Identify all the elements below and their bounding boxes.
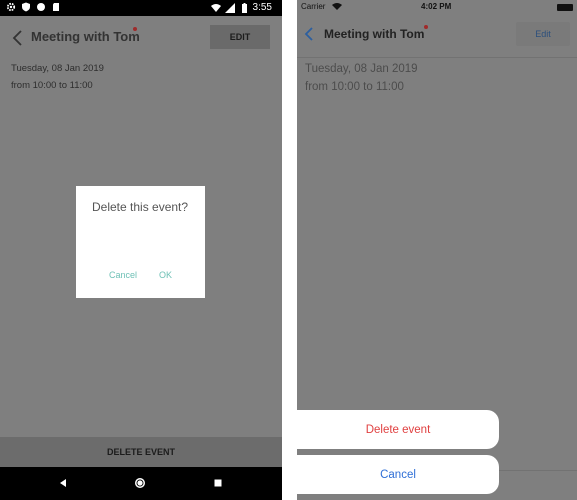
android-status-bar: 3:55 xyxy=(0,0,282,16)
circle-icon xyxy=(37,3,45,11)
screenshot-stage: 3:55 Meeting with Tom EDIT Tuesday, 08 J… xyxy=(0,0,577,500)
android-screen: 3:55 Meeting with Tom EDIT Tuesday, 08 J… xyxy=(0,0,282,500)
event-time-range: from 10:00 to 11:00 xyxy=(305,81,404,93)
ios-screen: Carrier 4:02 PM Meeting with Tom Edit Tu… xyxy=(297,0,577,500)
android-nav-bar xyxy=(0,467,282,500)
page-title: Meeting with Tom xyxy=(31,29,140,44)
action-sheet-cancel-button[interactable]: Cancel xyxy=(297,455,499,494)
ios-nav-bar: Meeting with Tom Edit xyxy=(297,14,577,58)
android-toolbar: Meeting with Tom EDIT xyxy=(0,16,282,60)
dialog-ok-button[interactable]: OK xyxy=(159,270,172,280)
event-time-range: from 10:00 to 11:00 xyxy=(11,80,93,91)
shield-icon xyxy=(22,2,30,12)
dialog-cancel-button[interactable]: Cancel xyxy=(109,270,137,280)
wifi-icon xyxy=(332,3,342,10)
delete-event-button[interactable]: DELETE EVENT xyxy=(0,437,282,467)
edit-button[interactable]: EDIT xyxy=(210,25,270,49)
back-triangle-icon[interactable] xyxy=(55,475,71,491)
battery-icon xyxy=(241,3,247,13)
delete-confirm-dialog: Delete this event? Cancel OK xyxy=(76,186,205,298)
edit-button[interactable]: Edit xyxy=(516,22,570,46)
android-status-time: 3:55 xyxy=(252,2,272,13)
unsaved-indicator-dot xyxy=(424,25,428,29)
event-date: Tuesday, 08 Jan 2019 xyxy=(11,63,104,74)
battery-icon xyxy=(557,4,573,11)
ios-status-time: 4:02 PM xyxy=(421,2,452,11)
settings-icon xyxy=(6,2,16,12)
action-sheet-delete-button[interactable]: Delete event xyxy=(297,410,499,449)
event-date: Tuesday, 08 Jan 2019 xyxy=(305,63,418,75)
carrier-label: Carrier xyxy=(301,2,326,11)
sd-card-icon xyxy=(53,3,59,11)
home-circle-icon[interactable] xyxy=(132,475,148,491)
wifi-icon xyxy=(210,4,221,12)
recents-square-icon[interactable] xyxy=(210,475,226,491)
dialog-message: Delete this event? xyxy=(92,200,189,214)
signal-icon xyxy=(224,3,235,13)
ios-status-bar: Carrier 4:02 PM xyxy=(297,0,577,14)
unsaved-indicator-dot xyxy=(133,27,137,31)
back-chevron-icon[interactable] xyxy=(303,25,315,43)
back-chevron-icon[interactable] xyxy=(10,28,26,48)
page-title: Meeting with Tom xyxy=(324,27,425,41)
